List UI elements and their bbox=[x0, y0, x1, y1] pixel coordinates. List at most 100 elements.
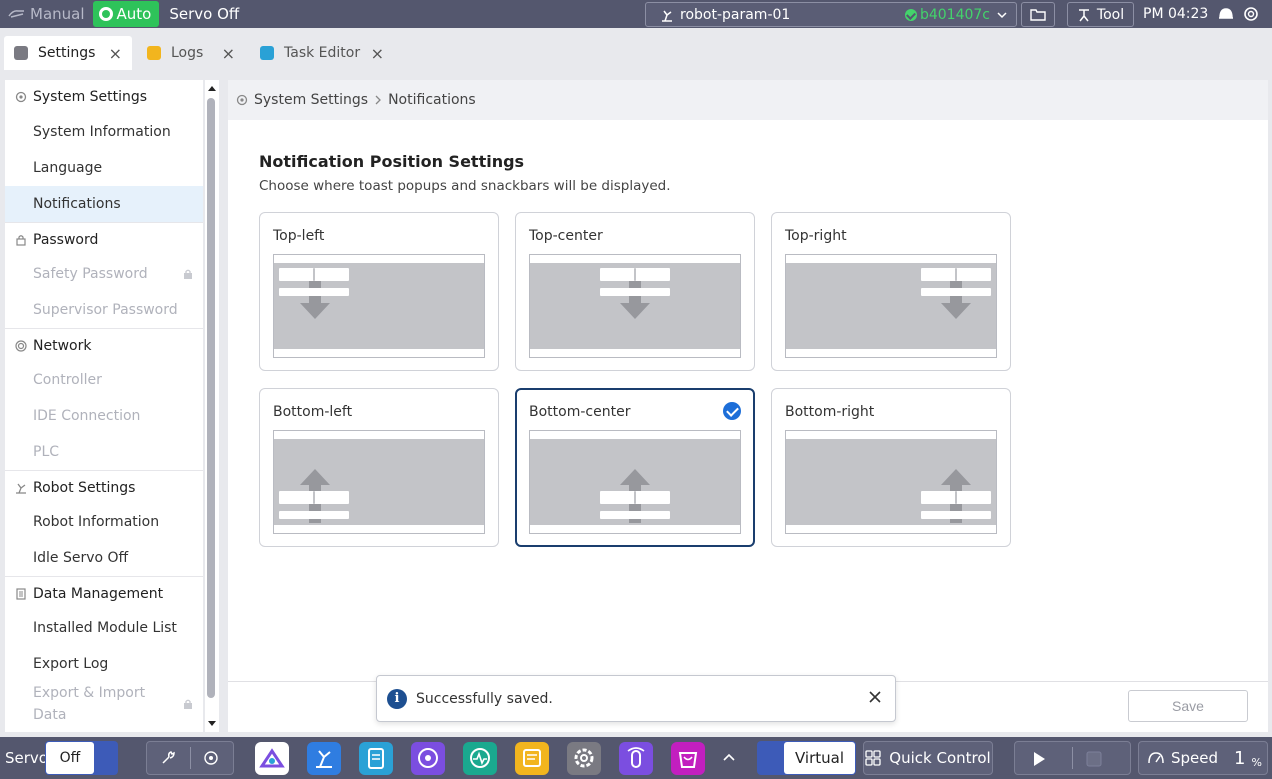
lock-icon bbox=[184, 269, 192, 279]
sidebar-item-label: System Information bbox=[33, 124, 171, 140]
robot-hash: b401407c bbox=[904, 6, 990, 23]
task-editor-app-icon[interactable] bbox=[359, 742, 393, 775]
sidebar-group-data-management[interactable]: Data Management bbox=[5, 576, 203, 610]
option-label: Bottom-right bbox=[785, 404, 875, 420]
sidebar-item-plc[interactable]: PLC bbox=[5, 434, 203, 470]
robot-hash-text: b401407c bbox=[919, 6, 990, 23]
quick-control-label: Quick Control bbox=[889, 749, 991, 767]
sidebar-item-export-import-data[interactable]: Export & Import Data bbox=[5, 682, 203, 726]
helmet-icon[interactable] bbox=[1218, 6, 1234, 22]
breadcrumb-root[interactable]: System Settings bbox=[254, 92, 368, 108]
sidebar-item-label: Export & Import Data bbox=[33, 685, 146, 723]
position-option-top-center[interactable]: Top-center bbox=[515, 212, 755, 371]
scroll-down-icon[interactable] bbox=[207, 720, 217, 728]
speed-control[interactable]: Speed 1 % bbox=[1138, 741, 1268, 775]
sidebar-item-system-information[interactable]: System Information bbox=[5, 114, 203, 150]
home-app-icon[interactable] bbox=[255, 742, 289, 775]
sidebar-scrollbar[interactable] bbox=[205, 80, 219, 732]
sidebar-group-network[interactable]: Network bbox=[5, 328, 203, 362]
position-preview bbox=[529, 254, 741, 358]
servo-label: Servo bbox=[5, 749, 48, 767]
position-option-bottom-left[interactable]: Bottom-left bbox=[259, 388, 499, 547]
settings-tab-icon bbox=[14, 46, 28, 60]
power-settings-icon[interactable] bbox=[1243, 6, 1259, 22]
close-icon[interactable]: × bbox=[371, 44, 384, 63]
sidebar-item-robot-information[interactable]: Robot Information bbox=[5, 504, 203, 540]
position-option-bottom-center[interactable]: Bottom-center bbox=[515, 388, 755, 547]
close-icon[interactable]: × bbox=[222, 44, 235, 63]
teach-pendant-app-icon[interactable] bbox=[619, 742, 653, 775]
folder-button[interactable] bbox=[1021, 2, 1055, 27]
wrench-icon[interactable] bbox=[160, 750, 176, 766]
robot-select-dropdown[interactable]: robot-param-01 b401407c bbox=[645, 2, 1017, 27]
sidebar-group-label: Network bbox=[33, 337, 92, 354]
position-preview bbox=[273, 254, 485, 358]
sidebar-group-label: System Settings bbox=[33, 89, 148, 105]
document-icon bbox=[16, 587, 26, 600]
tab-bar: Settings × Logs × Task Editor × bbox=[0, 28, 1272, 80]
servo-status-text: Servo Off bbox=[169, 5, 240, 23]
tab-settings[interactable]: Settings × bbox=[4, 36, 132, 70]
servo-toggle[interactable]: Off bbox=[45, 741, 118, 775]
sidebar-group-robot-settings[interactable]: Robot Settings bbox=[5, 470, 203, 504]
option-label: Bottom-center bbox=[529, 404, 631, 420]
sidebar-item-export-log[interactable]: Export Log bbox=[5, 646, 203, 682]
task-editor-tab-icon bbox=[260, 46, 274, 60]
scroll-up-icon[interactable] bbox=[207, 84, 217, 92]
success-toast: i Successfully saved. bbox=[376, 675, 896, 722]
position-option-bottom-right[interactable]: Bottom-right bbox=[771, 388, 1011, 547]
playback-button-group bbox=[1014, 741, 1131, 775]
monitor-app-icon[interactable] bbox=[463, 742, 497, 775]
auto-mode-button[interactable]: Auto bbox=[92, 1, 160, 27]
sidebar-group-system-settings[interactable]: System Settings bbox=[5, 80, 203, 114]
play-icon[interactable] bbox=[1032, 751, 1046, 767]
tab-label: Task Editor bbox=[284, 45, 361, 61]
save-button[interactable]: Save bbox=[1128, 690, 1248, 722]
home-position-icon[interactable] bbox=[203, 750, 219, 766]
speed-value: 1 bbox=[1234, 747, 1246, 769]
tab-task-editor[interactable]: Task Editor × bbox=[250, 36, 394, 70]
quick-control-button[interactable]: Quick Control bbox=[863, 741, 993, 775]
sidebar-item-notifications[interactable]: Notifications bbox=[5, 186, 203, 222]
page-title: Notification Position Settings bbox=[259, 152, 525, 171]
lock-icon bbox=[184, 699, 192, 709]
store-app-icon[interactable] bbox=[671, 742, 705, 775]
auto-icon bbox=[98, 7, 113, 21]
sidebar-group-password[interactable]: Password bbox=[5, 222, 203, 256]
sidebar-item-ide-connection[interactable]: IDE Connection bbox=[5, 398, 203, 434]
close-icon[interactable]: × bbox=[109, 44, 122, 63]
sidebar-item-supervisor-password[interactable]: Supervisor Password bbox=[5, 292, 203, 328]
sidebar-item-label: Notifications bbox=[33, 196, 121, 212]
tool-button[interactable]: Tool bbox=[1067, 2, 1134, 27]
sidebar-item-idle-servo-off[interactable]: Idle Servo Off bbox=[5, 540, 203, 576]
sidebar-group-label: Data Management bbox=[33, 585, 164, 602]
position-preview bbox=[785, 254, 997, 358]
folder-icon bbox=[1030, 9, 1046, 21]
sidebar-item-safety-password[interactable]: Safety Password bbox=[5, 256, 203, 292]
toast-message: Successfully saved. bbox=[416, 690, 553, 707]
clock: PM 04:23 bbox=[1143, 6, 1209, 22]
tab-label: Settings bbox=[38, 45, 96, 61]
sidebar-item-installed-module-list[interactable]: Installed Module List bbox=[5, 610, 203, 646]
position-option-top-right[interactable]: Top-right bbox=[771, 212, 1011, 371]
virtual-mode-toggle[interactable]: Virtual bbox=[757, 741, 856, 775]
manual-mode-button[interactable]: Manual bbox=[0, 0, 93, 28]
scrollbar-thumb[interactable] bbox=[207, 98, 215, 698]
logs-app-icon[interactable] bbox=[515, 742, 549, 775]
speed-label: Speed bbox=[1171, 749, 1219, 767]
servo-toggle-value: Off bbox=[46, 742, 94, 774]
chevron-up-icon[interactable] bbox=[722, 752, 736, 762]
tool-icon bbox=[1078, 8, 1089, 21]
stop-icon[interactable] bbox=[1086, 751, 1102, 767]
robot-arm-icon bbox=[662, 10, 672, 22]
jog-app-icon[interactable] bbox=[411, 742, 445, 775]
tab-logs[interactable]: Logs × bbox=[137, 36, 245, 70]
settings-app-icon[interactable] bbox=[567, 742, 601, 775]
position-preview bbox=[273, 430, 485, 534]
sidebar-item-controller[interactable]: Controller bbox=[5, 362, 203, 398]
robot-app-icon[interactable] bbox=[307, 742, 341, 775]
close-icon[interactable] bbox=[867, 689, 883, 705]
position-option-top-left[interactable]: Top-left bbox=[259, 212, 499, 371]
sidebar-item-language[interactable]: Language bbox=[5, 150, 203, 186]
hand-icon bbox=[8, 10, 24, 18]
